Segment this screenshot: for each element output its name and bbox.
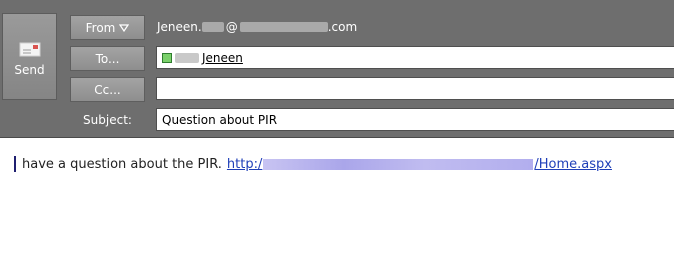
subject-field[interactable]: Question about PIR: [156, 108, 674, 131]
subject-value: Question about PIR: [162, 112, 278, 127]
from-address: Jeneen. @ .com: [157, 18, 357, 36]
send-label: Send: [14, 63, 45, 77]
envelope-icon: [19, 42, 41, 57]
from-name: Jeneen.: [157, 20, 202, 34]
from-button[interactable]: From: [70, 15, 145, 40]
contact-status-icon: [162, 52, 172, 63]
subject-label: Subject:: [83, 113, 132, 127]
from-label: From: [85, 20, 116, 35]
link-prefix: http:/: [226, 156, 263, 172]
redacted-block: [175, 52, 199, 63]
body-text: have a question about the PIR.: [22, 156, 222, 172]
redacted-block: [239, 22, 328, 32]
from-domain-suffix: .com: [327, 20, 358, 34]
redacted-block: [263, 158, 534, 170]
from-at: @: [225, 20, 238, 34]
to-field[interactable]: Jeneen: [156, 46, 674, 69]
body-link[interactable]: http:/ /Home.aspx: [227, 157, 612, 172]
cc-button[interactable]: Cc...: [70, 77, 145, 102]
text-caret: [14, 156, 16, 172]
body-line: have a question about the PIR. http:/ /H…: [14, 156, 612, 172]
to-button[interactable]: To...: [70, 46, 145, 71]
cc-label: Cc...: [94, 82, 121, 97]
triangle-down-icon: [119, 23, 130, 32]
link-suffix: /Home.aspx: [534, 156, 612, 172]
send-button[interactable]: Send: [2, 13, 57, 100]
cc-field[interactable]: [156, 77, 674, 100]
redacted-block: [201, 22, 224, 32]
message-body[interactable]: have a question about the PIR. http:/ /H…: [0, 138, 674, 256]
compose-header: Send From Jeneen. @ .com To... Jeneen Cc…: [0, 0, 674, 137]
to-recipient[interactable]: Jeneen: [202, 51, 243, 65]
to-label: To...: [95, 51, 120, 66]
